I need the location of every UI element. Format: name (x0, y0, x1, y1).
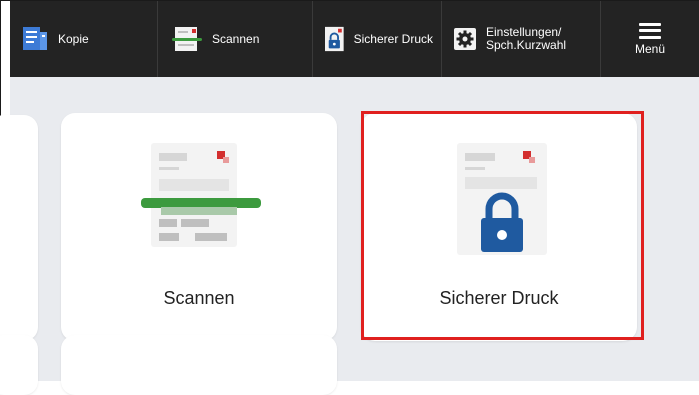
scanner-icon (172, 27, 202, 51)
toolbar-scan-button[interactable]: Scannen (158, 1, 313, 77)
partial-tile-bottom[interactable] (61, 335, 337, 395)
copy-icon (23, 27, 47, 50)
secure-print-tile-label: Sicherer Druck (439, 288, 559, 308)
home-tile-area: Scannen Sicherer Druck (0, 77, 699, 395)
toolbar-secure-print-button[interactable]: Sicherer Druck (313, 1, 442, 77)
gear-icon (454, 28, 476, 50)
secure-print-icon (457, 143, 547, 255)
scanner-icon (141, 143, 261, 247)
scan-tile[interactable]: Scannen (61, 113, 337, 341)
scan-tile-label: Scannen (163, 288, 235, 308)
secure-print-tile[interactable]: Sicherer Druck (361, 113, 637, 341)
lock-document-icon (325, 26, 344, 52)
hamburger-icon (639, 22, 661, 39)
toolbar-settings-button[interactable]: Einstellungen/ Spch.Kurzwahl (442, 1, 601, 77)
top-toolbar: Kopie Scannen Sicherer Druck Einstellung… (10, 1, 699, 77)
toolbar-settings-label: Einstellungen/ Spch.Kurzwahl (486, 25, 567, 52)
partial-tile-bottom-left[interactable] (0, 335, 38, 395)
partial-tile-left[interactable] (0, 115, 38, 341)
toolbar-secure-print-label: Sicherer Druck (353, 31, 433, 46)
toolbar-copy-label: Kopie (58, 31, 89, 46)
menu-button[interactable]: Menü (601, 1, 699, 77)
menu-label: Menü (634, 41, 666, 56)
toolbar-scan-label: Scannen (212, 31, 260, 46)
toolbar-copy-button[interactable]: Kopie (10, 1, 158, 77)
